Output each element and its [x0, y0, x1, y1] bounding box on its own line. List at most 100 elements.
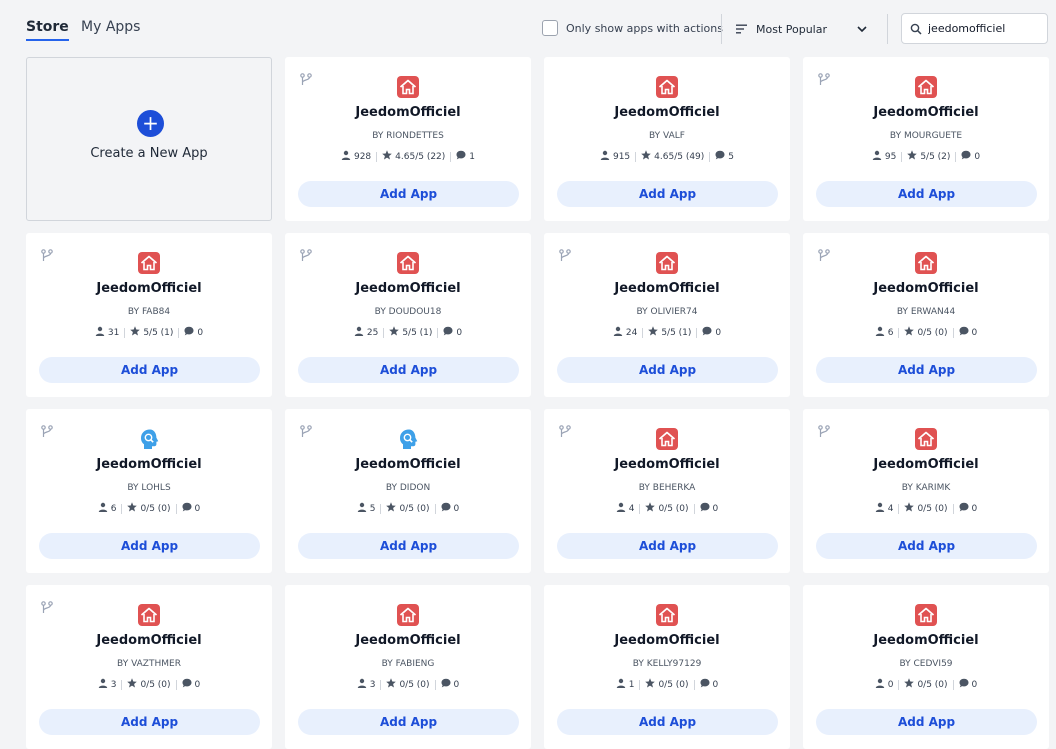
add-app-button[interactable]: Add App — [39, 709, 260, 735]
tab-store[interactable]: Store — [26, 19, 69, 41]
add-app-button[interactable]: Add App — [39, 533, 260, 559]
house-icon — [656, 428, 678, 450]
add-app-button[interactable]: Add App — [557, 533, 778, 559]
app-card[interactable]: JeedomOfficiel BY FABIENG 3 0/5 (0) 0 Add App — [285, 585, 531, 749]
app-name: JeedomOfficiel — [614, 633, 720, 648]
star-icon — [645, 678, 658, 691]
comment-count: 0 — [194, 679, 201, 690]
user-icon — [98, 502, 111, 515]
app-card[interactable]: JeedomOfficiel BY DOUDOU18 25 5/5 (1) 0 Add A… — [285, 233, 531, 397]
user-count: 4 — [887, 503, 894, 514]
add-app-button[interactable]: Add App — [816, 709, 1037, 735]
add-app-button[interactable]: Add App — [298, 533, 519, 559]
app-author: BY VALF — [649, 131, 685, 141]
add-app-button[interactable]: Add App — [39, 357, 260, 383]
add-app-button[interactable]: Add App — [298, 709, 519, 735]
user-count: 915 — [612, 151, 631, 162]
rating: 0/5 (0) — [917, 679, 948, 690]
comment-icon — [182, 502, 195, 515]
comment-icon — [700, 678, 713, 691]
app-name: JeedomOfficiel — [873, 633, 979, 648]
head-icon — [397, 428, 419, 450]
add-app-button[interactable]: Add App — [816, 533, 1037, 559]
actions-filter-label: Only show apps with actions — [566, 21, 723, 35]
app-card[interactable]: JeedomOfficiel BY KARIMK 4 0/5 (0) 0 Add App — [803, 409, 1049, 573]
star-icon — [645, 502, 658, 515]
user-count: 95 — [884, 151, 897, 162]
rating: 5/5 (1) — [402, 327, 433, 338]
app-card[interactable]: JeedomOfficiel BY BEHERKA 4 0/5 (0) 0 Add App — [544, 409, 790, 573]
app-author: BY FAB84 — [127, 307, 171, 317]
star-icon — [127, 502, 140, 515]
app-card[interactable]: JeedomOfficiel BY FAB84 31 5/5 (1) 0 Add App — [26, 233, 272, 397]
house-icon — [397, 76, 419, 98]
app-stats: 6 0/5 (0) 0 — [803, 326, 1049, 339]
app-card[interactable]: JeedomOfficiel BY DIDON 5 0/5 (0) 0 Add App — [285, 409, 531, 573]
add-app-button[interactable]: Add App — [557, 357, 778, 383]
app-name: JeedomOfficiel — [96, 633, 202, 648]
app-author: BY LOHLS — [127, 483, 171, 493]
fork-icon — [41, 423, 53, 437]
add-app-button[interactable]: Add App — [557, 709, 778, 735]
comment-count: 0 — [453, 503, 460, 514]
star-icon — [127, 678, 140, 691]
star-icon — [386, 678, 399, 691]
app-name: JeedomOfficiel — [355, 105, 461, 120]
comment-icon — [959, 678, 972, 691]
app-card[interactable]: JeedomOfficiel BY MOURGUETE 95 5/5 (2) 0 Add … — [803, 57, 1049, 221]
app-author: BY RIONDETTES — [372, 131, 444, 141]
star-icon — [904, 678, 917, 691]
app-author: BY DIDON — [385, 483, 431, 493]
comment-icon — [959, 326, 972, 339]
search-input[interactable] — [928, 22, 1038, 35]
app-name: JeedomOfficiel — [873, 281, 979, 296]
tab-my-apps[interactable]: My Apps — [81, 19, 140, 35]
comment-count: 0 — [971, 503, 978, 514]
app-stats: 4 0/5 (0) 0 — [544, 502, 790, 515]
app-card[interactable]: JeedomOfficiel BY VALF 915 4.65/5 (49) 5 Add … — [544, 57, 790, 221]
add-app-button[interactable]: Add App — [557, 181, 778, 207]
add-app-button[interactable]: Add App — [816, 357, 1037, 383]
search-icon — [910, 23, 922, 35]
fork-icon — [300, 423, 312, 437]
user-count: 3 — [369, 679, 376, 690]
add-app-button[interactable]: Add App — [298, 181, 519, 207]
add-app-button[interactable]: Add App — [298, 357, 519, 383]
user-icon — [875, 502, 888, 515]
app-card[interactable]: JeedomOfficiel BY RIONDETTES 928 4.65/5 (22… — [285, 57, 531, 221]
app-card[interactable]: JeedomOfficiel BY LOHLS 6 0/5 (0) 0 Add App — [26, 409, 272, 573]
app-stats: 95 5/5 (2) 0 — [803, 150, 1049, 163]
rating: 0/5 (0) — [658, 503, 689, 514]
create-new-app-card[interactable]: + Create a New App — [26, 57, 272, 221]
house-icon — [138, 604, 160, 626]
sort-dropdown[interactable]: Most Popular — [736, 20, 868, 38]
user-icon — [354, 326, 367, 339]
actions-filter[interactable]: Only show apps with actions — [542, 20, 723, 36]
comment-count: 0 — [971, 327, 978, 338]
fork-icon — [559, 423, 571, 437]
star-icon — [641, 150, 654, 163]
app-card[interactable]: JeedomOfficiel BY ERWAN44 6 0/5 (0) 0 Add App — [803, 233, 1049, 397]
app-card[interactable]: JeedomOfficiel BY VAZTHMER 3 0/5 (0) 0 Add Ap… — [26, 585, 272, 749]
app-stats: 3 0/5 (0) 0 — [26, 678, 272, 691]
fork-icon — [41, 247, 53, 261]
actions-filter-checkbox[interactable] — [542, 20, 558, 36]
star-icon — [382, 150, 395, 163]
user-count: 25 — [366, 327, 379, 338]
rating: 5/5 (2) — [920, 151, 951, 162]
app-card[interactable]: JeedomOfficiel BY OLIVIER74 24 5/5 (1) 0 Add … — [544, 233, 790, 397]
app-name: JeedomOfficiel — [614, 105, 720, 120]
search-box[interactable] — [901, 13, 1048, 44]
rating: 0/5 (0) — [399, 679, 430, 690]
app-card[interactable]: JeedomOfficiel BY CEDVI59 0 0/5 (0) 0 Add App — [803, 585, 1049, 749]
app-card[interactable]: JeedomOfficiel BY KELLY97129 1 0/5 (0) 0 Add … — [544, 585, 790, 749]
rating: 5/5 (1) — [661, 327, 692, 338]
top-bar: Store My Apps Only show apps with action… — [0, 0, 1056, 57]
add-app-button[interactable]: Add App — [816, 181, 1037, 207]
comment-count: 0 — [971, 679, 978, 690]
app-stats: 5 0/5 (0) 0 — [285, 502, 531, 515]
user-icon — [95, 326, 108, 339]
comment-icon — [441, 678, 454, 691]
rating: 0/5 (0) — [140, 503, 171, 514]
app-stats: 0 0/5 (0) 0 — [803, 678, 1049, 691]
